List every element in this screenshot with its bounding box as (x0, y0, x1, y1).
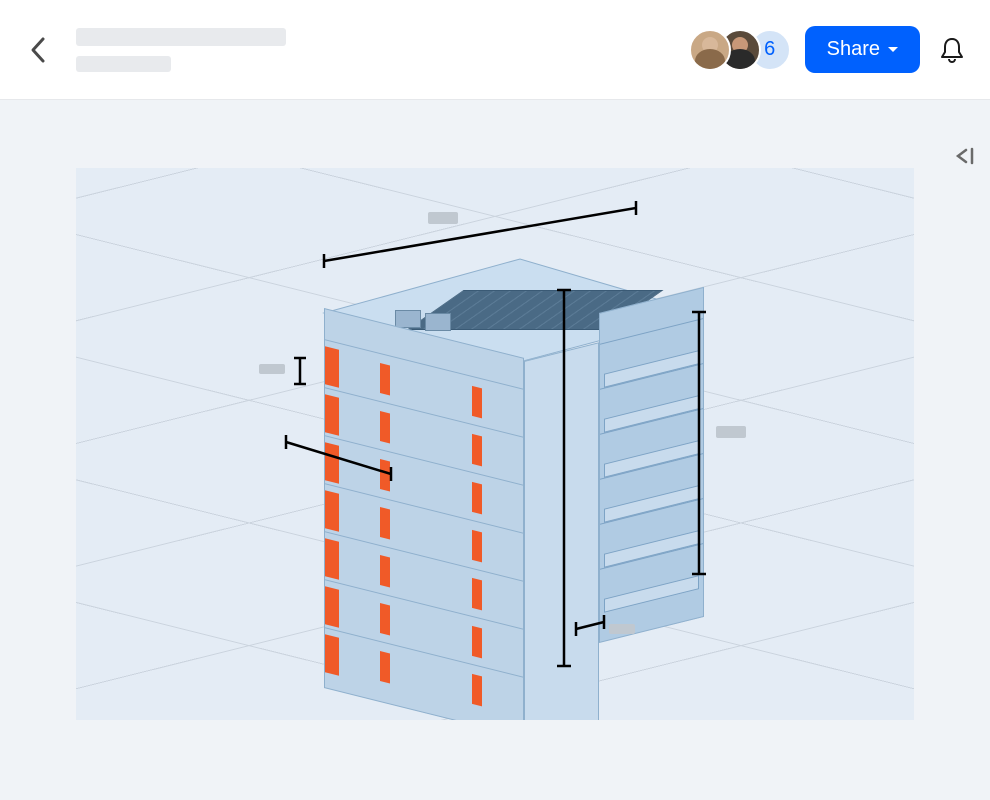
building-facade-right (599, 287, 704, 643)
building-facade-center (524, 342, 599, 720)
share-button-label: Share (827, 38, 880, 61)
collaborator-avatars[interactable]: 6 (689, 29, 791, 71)
app-header: 6 Share (0, 0, 990, 100)
dimension-label (609, 624, 635, 634)
document-subtitle-placeholder (76, 56, 171, 72)
building-model (324, 223, 704, 703)
document-title-placeholder (76, 28, 286, 46)
notifications-button[interactable] (934, 32, 970, 68)
header-actions: 6 Share (689, 26, 970, 73)
model-canvas[interactable] (76, 168, 914, 720)
dimension-label (259, 364, 285, 374)
hvac-unit (395, 310, 421, 328)
collapse-sidebar-button[interactable] (946, 138, 982, 174)
dimension-label (428, 212, 458, 224)
avatar[interactable] (689, 29, 731, 71)
document-title-area (76, 28, 689, 72)
building-facade-left (324, 308, 524, 720)
viewer-content (0, 100, 990, 800)
back-button[interactable] (20, 32, 56, 68)
share-button[interactable]: Share (805, 26, 920, 73)
dimension-label (716, 426, 746, 438)
hvac-unit (425, 313, 451, 331)
